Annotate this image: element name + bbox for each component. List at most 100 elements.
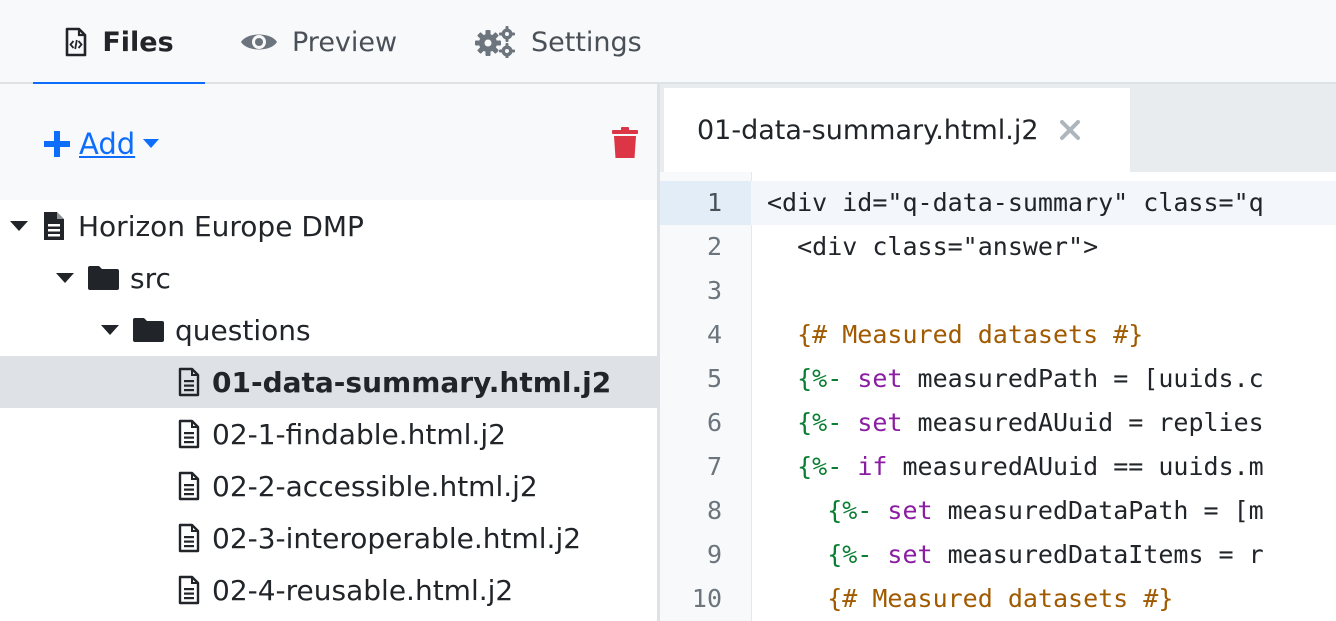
line-number: 2 bbox=[706, 232, 722, 261]
tab-files[interactable]: Files bbox=[33, 0, 205, 86]
line-number: 1 bbox=[660, 181, 751, 225]
folder-icon bbox=[87, 265, 120, 291]
code-line[interactable]: 3 bbox=[660, 269, 1336, 313]
code-token: <div class="answer"> bbox=[767, 232, 1099, 261]
code-line[interactable]: 1 <div id="q-data-summary" class="q bbox=[660, 181, 1336, 225]
tree-item-folder[interactable]: questions bbox=[0, 304, 657, 356]
code-token: <div id="q-data-summary" class="q bbox=[767, 188, 1264, 217]
code-token: {%- bbox=[767, 452, 843, 481]
code-line[interactable]: 2 <div class="answer"> bbox=[660, 225, 1336, 269]
file-icon bbox=[177, 523, 201, 553]
file-toolbar: Add bbox=[0, 84, 657, 200]
code-text: {%- set measuredDataPath = [m bbox=[767, 489, 1264, 533]
close-icon[interactable] bbox=[1059, 119, 1081, 141]
code-line[interactable]: 10 {# Measured datasets #} bbox=[660, 577, 1336, 621]
tree-item-label: 02-2-accessible.html.j2 bbox=[212, 469, 538, 503]
tab-files-label: Files bbox=[102, 26, 174, 58]
code-token: set bbox=[857, 364, 903, 393]
code-text: {# Measured datasets #} bbox=[767, 313, 1143, 357]
caret-down-icon[interactable] bbox=[101, 324, 119, 336]
tree-item-file[interactable]: 02-2-accessible.html.j2 bbox=[0, 460, 657, 512]
code-token: {%- bbox=[767, 540, 873, 569]
folder-icon bbox=[132, 317, 165, 343]
caret-down-icon[interactable] bbox=[10, 220, 28, 232]
tree-item-label: 02-1-findable.html.j2 bbox=[212, 417, 506, 451]
tree-item-label: 02-3-interoperable.html.j2 bbox=[212, 521, 582, 555]
code-token: measuredDataItems = r bbox=[932, 540, 1264, 569]
top-nav: Files Preview Settings bbox=[0, 0, 1336, 86]
file-icon bbox=[177, 367, 201, 397]
code-line[interactable]: 6 {%- set measuredAUuid = replies bbox=[660, 401, 1336, 445]
code-text: {%- set measuredDataItems = r bbox=[767, 533, 1264, 577]
line-number: 7 bbox=[706, 452, 722, 481]
code-token: measuredPath = [uuids.c bbox=[902, 364, 1264, 393]
code-token: set bbox=[857, 408, 903, 437]
line-number: 4 bbox=[706, 320, 722, 349]
file-icon bbox=[177, 575, 201, 605]
tree-item-label: questions bbox=[175, 313, 311, 347]
trash-icon bbox=[611, 127, 639, 159]
tree-item-file[interactable]: 02-3-interoperable.html.j2 bbox=[0, 512, 657, 564]
code-token: {%- bbox=[767, 496, 873, 525]
tree-item-file[interactable]: 02-4-reusable.html.j2 bbox=[0, 564, 657, 616]
tree-item-file[interactable]: 02-1-findable.html.j2 bbox=[0, 408, 657, 460]
code-token: measuredAUuid = replies bbox=[902, 408, 1264, 437]
code-token: set bbox=[887, 540, 933, 569]
code-line[interactable]: 9 {%- set measuredDataItems = r bbox=[660, 533, 1336, 577]
file-panel: Add Horizon Europe DMP src questions 01-… bbox=[0, 84, 657, 621]
tree-item-folder[interactable]: src bbox=[0, 252, 657, 304]
tab-preview[interactable]: Preview bbox=[240, 0, 397, 84]
code-token: set bbox=[887, 496, 933, 525]
file-icon bbox=[177, 471, 201, 501]
editor-tab-label: 01-data-summary.html.j2 bbox=[697, 114, 1039, 146]
add-button-label: Add bbox=[79, 127, 136, 161]
caret-down-icon[interactable] bbox=[56, 272, 74, 284]
tree-item-label: 01-data-summary.html.j2 bbox=[212, 365, 612, 399]
code-text: {# Measured datasets #} bbox=[767, 577, 1173, 621]
add-dropdown-button[interactable]: Add bbox=[43, 124, 160, 164]
file-alt-icon bbox=[42, 211, 66, 241]
code-token: measuredDataPath = [m bbox=[932, 496, 1264, 525]
code-line[interactable]: 4 {# Measured datasets #} bbox=[660, 313, 1336, 357]
tree-item-document[interactable]: Horizon Europe DMP bbox=[0, 200, 657, 252]
tree-item-label: 02-4-reusable.html.j2 bbox=[212, 573, 514, 607]
code-text: <div id="q-data-summary" class="q bbox=[767, 181, 1264, 225]
tab-settings[interactable]: Settings bbox=[475, 0, 642, 84]
code-token: {# Measured datasets #} bbox=[767, 584, 1174, 613]
line-number: 9 bbox=[706, 540, 722, 569]
file-code-icon bbox=[64, 27, 88, 57]
code-line[interactable]: 7 {%- if measuredAUuid == uuids.m bbox=[660, 445, 1336, 489]
code-text: {%- set measuredAUuid = replies bbox=[767, 401, 1264, 445]
editor-tab[interactable]: 01-data-summary.html.j2 bbox=[664, 88, 1130, 172]
code-token: {%- bbox=[767, 408, 843, 437]
code-token: if bbox=[857, 452, 888, 481]
code-text: {%- if measuredAUuid == uuids.m bbox=[767, 445, 1264, 489]
eye-icon bbox=[240, 29, 278, 55]
line-number: 6 bbox=[706, 408, 722, 437]
code-line[interactable]: 8 {%- set measuredDataPath = [m bbox=[660, 489, 1336, 533]
tree-item-file-selected[interactable]: 01-data-summary.html.j2 bbox=[0, 356, 657, 408]
plus-icon bbox=[43, 130, 71, 158]
tab-preview-label: Preview bbox=[292, 26, 398, 58]
code-text: <div class="answer"> bbox=[767, 225, 1098, 269]
line-number: 3 bbox=[706, 276, 722, 305]
code-line[interactable]: 5 {%- set measuredPath = [uuids.c bbox=[660, 357, 1336, 401]
delete-button[interactable] bbox=[611, 127, 639, 163]
file-icon bbox=[177, 419, 201, 449]
code-token: measuredAUuid == uuids.m bbox=[887, 452, 1264, 481]
code-text: {%- set measuredPath = [uuids.c bbox=[767, 357, 1264, 401]
tree-item-label: src bbox=[130, 261, 171, 295]
tree-item-label: Horizon Europe DMP bbox=[78, 209, 364, 243]
line-number: 10 bbox=[691, 584, 722, 613]
code-token: {%- bbox=[767, 364, 843, 393]
line-number: 8 bbox=[706, 496, 722, 525]
code-token: {# Measured datasets #} bbox=[767, 320, 1144, 349]
tab-settings-label: Settings bbox=[531, 26, 642, 58]
editor-tab-bar: 01-data-summary.html.j2 bbox=[660, 84, 1336, 172]
code-editor[interactable]: 1 <div id="q-data-summary" class="q 2 <div… bbox=[660, 172, 1336, 621]
caret-down-icon bbox=[143, 139, 160, 149]
